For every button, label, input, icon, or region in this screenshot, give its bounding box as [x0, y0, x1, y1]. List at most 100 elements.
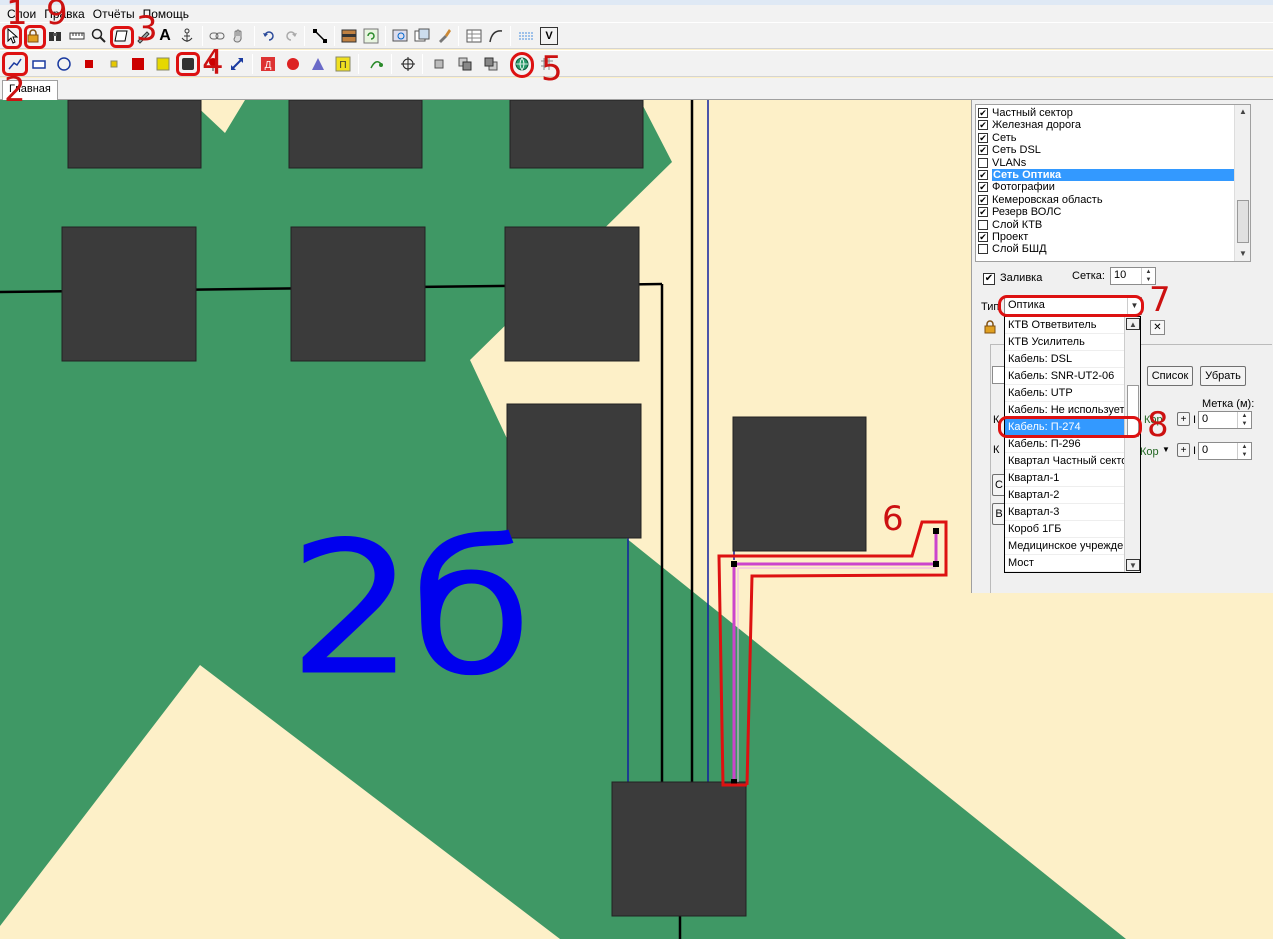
remove-button[interactable]: Убрать [1200, 366, 1246, 386]
export-icon[interactable] [413, 27, 431, 45]
type-option[interactable]: Кабель: SNR-UT2-06 [1005, 368, 1125, 385]
type-option[interactable]: Квартал-3 [1005, 504, 1125, 521]
text-tool-icon[interactable]: A [156, 27, 174, 45]
layer-checkbox[interactable]: ✔ [978, 207, 988, 218]
layer-checkbox[interactable]: ✔ [978, 132, 988, 143]
brush-icon[interactable] [435, 27, 453, 45]
scroll-down-icon[interactable]: ▼ [1236, 248, 1250, 260]
resize-arrow-icon[interactable] [228, 55, 246, 73]
fill-checkbox[interactable]: ✔ [983, 273, 995, 285]
type-option[interactable]: Квартал-2 [1005, 487, 1125, 504]
red-square-small-icon[interactable] [80, 55, 98, 73]
grid-icon[interactable] [517, 27, 535, 45]
zoom-icon[interactable] [90, 27, 108, 45]
lock-icon[interactable] [983, 320, 997, 334]
layer-item[interactable]: ✔ Фотографии [978, 181, 1248, 193]
preview-icon[interactable] [391, 27, 409, 45]
vertex-icon[interactable]: V [540, 27, 558, 45]
plus-button-2[interactable]: + [1177, 443, 1190, 457]
close-icon[interactable]: ✕ [1150, 320, 1165, 335]
type-option[interactable]: Кабель: UTP [1005, 385, 1125, 402]
bring-front-icon[interactable] [430, 55, 448, 73]
layer-checkbox[interactable]: ✔ [978, 120, 988, 131]
mark-input-1[interactable]: 0 ▲ ▼ [1198, 411, 1252, 429]
curve-icon[interactable] [487, 27, 505, 45]
mark-spinner-2-icon[interactable]: ▲ ▼ [1237, 443, 1251, 459]
triangle-icon[interactable] [309, 55, 327, 73]
scroll-down-icon[interactable]: ▼ [1126, 559, 1140, 571]
type-option[interactable]: Короб 1ГБ [1005, 521, 1125, 538]
ellipse-tool-icon[interactable] [55, 55, 73, 73]
connect-nodes-icon[interactable] [311, 27, 329, 45]
hand-icon[interactable] [230, 27, 248, 45]
crosshair-icon[interactable] [399, 55, 417, 73]
route-vertex [933, 528, 939, 534]
list-button[interactable]: Список [1147, 366, 1193, 386]
layer-item[interactable]: VLANs [978, 157, 1248, 169]
type-option[interactable]: Кабель: DSL [1005, 351, 1125, 368]
type-list-scrollbar[interactable]: ▲ ▼ [1124, 317, 1140, 572]
layer-checkbox[interactable]: ✔ [978, 108, 988, 118]
layer-label: Проект [992, 231, 1029, 243]
layer-item[interactable]: Слой БШД [978, 243, 1248, 255]
layer-item[interactable]: ✔ Сеть Оптика [978, 169, 1248, 181]
plus-button-1[interactable]: + [1177, 412, 1190, 426]
type-label: Тип [981, 301, 1000, 313]
scroll-thumb[interactable] [1237, 200, 1249, 243]
panel-icon[interactable] [340, 27, 358, 45]
yellow-square-icon[interactable] [154, 55, 172, 73]
type-option[interactable]: Кабель: П-296 [1005, 436, 1125, 453]
red-square-icon[interactable] [129, 55, 147, 73]
layer-checkbox[interactable]: ✔ [978, 182, 988, 193]
layer-item[interactable]: ✔ Частный сектор [978, 107, 1248, 119]
type-option[interactable]: Квартал-1 [1005, 470, 1125, 487]
d-tool-icon[interactable]: Д [259, 55, 277, 73]
p-tool-icon[interactable]: П [334, 55, 352, 73]
annotation-number-1: 1 [6, 0, 28, 33]
kor-dropdown-icon[interactable]: ▼ [1162, 445, 1170, 454]
layer-checkbox[interactable]: ✔ [978, 145, 988, 156]
layer-item[interactable]: ✔ Проект [978, 231, 1248, 243]
scroll-up-icon[interactable]: ▲ [1126, 318, 1140, 330]
layer-label: Железная дорога [992, 119, 1081, 132]
menu-reports[interactable]: Отчёты [92, 6, 142, 22]
layer-item[interactable]: Слой КТВ [978, 219, 1248, 231]
type-option[interactable]: КТВ Усилитель [1005, 334, 1125, 351]
red-circle-icon[interactable] [284, 55, 302, 73]
route-vertex [731, 561, 737, 567]
layer-item[interactable]: ✔ Кемеровская область [978, 194, 1248, 206]
refresh-icon[interactable] [362, 27, 380, 45]
layer-checkbox[interactable] [978, 244, 988, 255]
type-option[interactable]: Медицинское учреждение [1005, 538, 1125, 555]
table-icon[interactable] [465, 27, 483, 45]
layer-checkbox[interactable]: ✔ [978, 194, 988, 205]
grid-label: Сетка: [1072, 270, 1105, 282]
layer-down-icon[interactable] [482, 55, 500, 73]
rectangle-tool-icon[interactable] [30, 55, 48, 73]
ruler-icon[interactable] [68, 27, 86, 45]
mark-input-2[interactable]: 0 ▲ ▼ [1198, 442, 1252, 460]
anchor-icon[interactable] [178, 27, 196, 45]
layers-list[interactable]: ✔ Частный сектор ✔ Железная дорога ✔ Сеть ✔ Сет… [975, 104, 1251, 262]
layer-item[interactable]: ✔ Резерв ВОЛС [978, 206, 1248, 218]
layer-checkbox[interactable] [978, 157, 988, 168]
redo-icon[interactable] [282, 27, 300, 45]
undo-icon[interactable] [260, 27, 278, 45]
layer-up-icon[interactable] [456, 55, 474, 73]
route-icon[interactable] [367, 55, 385, 73]
layer-checkbox[interactable]: ✔ [978, 232, 988, 242]
layer-checkbox[interactable]: ✔ [978, 170, 988, 180]
layer-item[interactable]: ✔ Сеть [978, 132, 1248, 144]
type-option[interactable]: КТВ Ответвитель [1005, 317, 1125, 334]
type-option[interactable]: Мост [1005, 555, 1125, 572]
scroll-up-icon[interactable]: ▲ [1236, 106, 1250, 118]
yellow-square-small-icon[interactable] [105, 55, 123, 73]
layer-checkbox[interactable] [978, 219, 988, 230]
mark-spinner-1-icon[interactable]: ▲ ▼ [1237, 412, 1251, 428]
layer-label: Кемеровская область [992, 193, 1103, 206]
layer-item[interactable]: ✔ Железная дорога [978, 119, 1248, 131]
layers-scrollbar[interactable]: ▲ ▼ [1234, 105, 1250, 261]
layer-item[interactable]: ✔ Сеть DSL [978, 144, 1248, 156]
type-dropdown-list[interactable]: КТВ Ответвитель КТВ Усилитель Кабель: DSL К… [1004, 316, 1141, 573]
type-option[interactable]: Квартал Частный сектор [1005, 453, 1125, 470]
